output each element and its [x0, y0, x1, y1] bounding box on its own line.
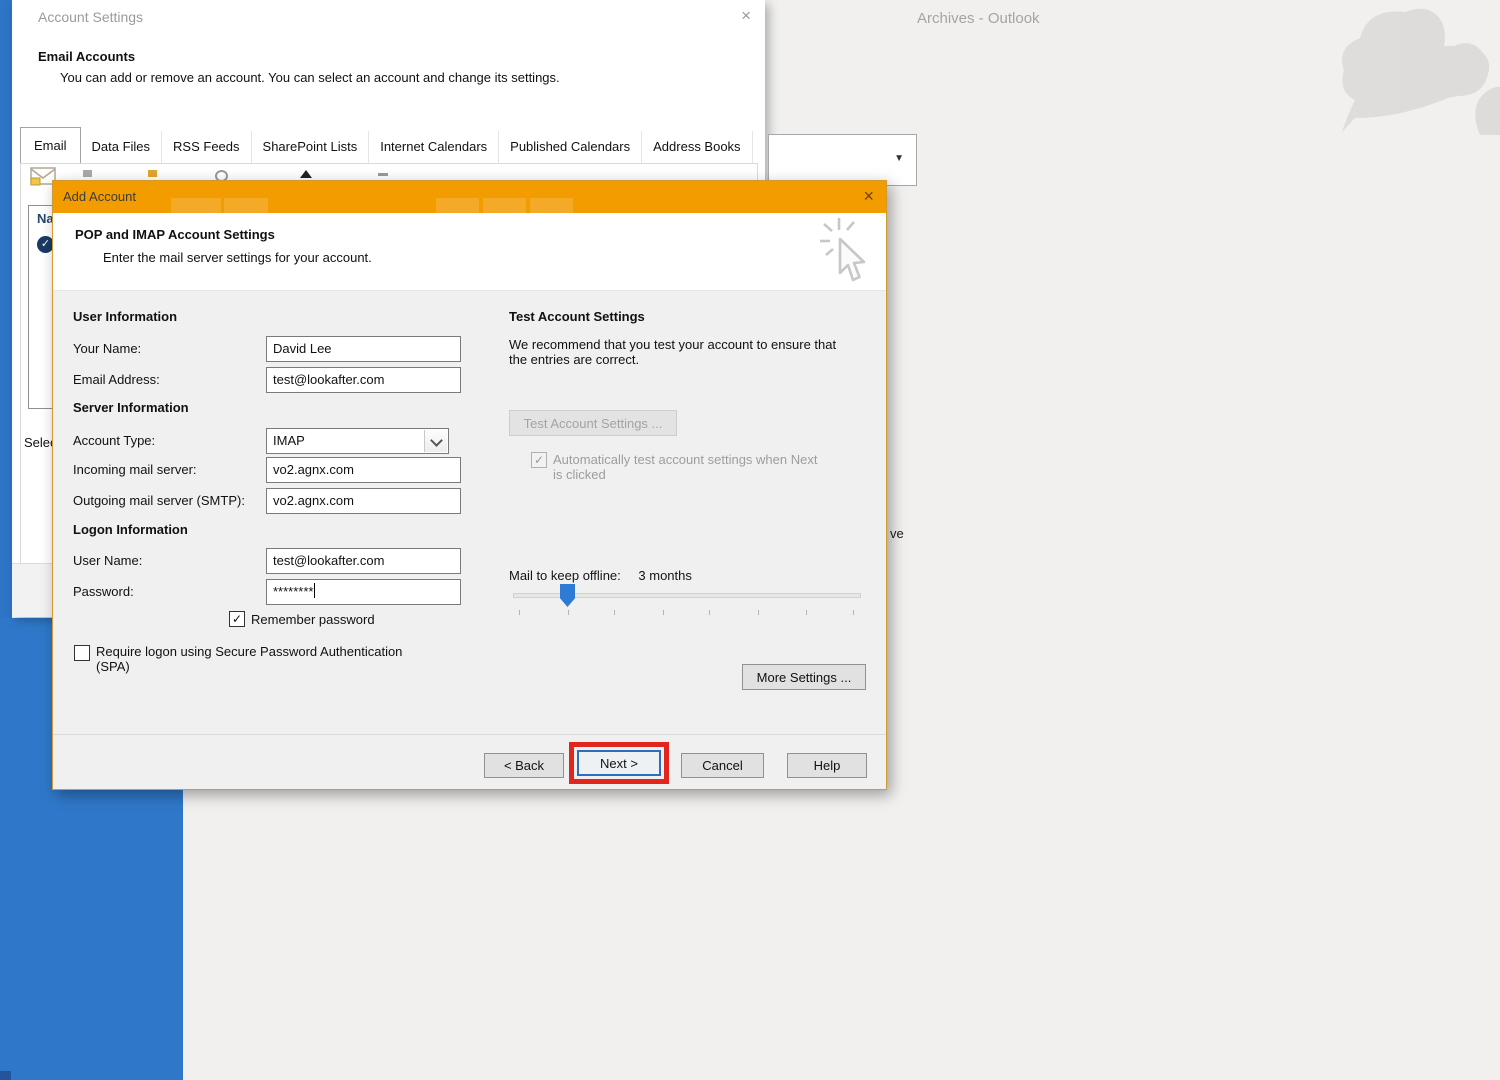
footer-separator [53, 734, 886, 735]
email-address-input[interactable]: test@lookafter.com [266, 367, 461, 393]
click-cursor-icon [818, 215, 872, 287]
account-type-select[interactable]: IMAP [266, 428, 449, 454]
repair-icon[interactable] [83, 170, 92, 177]
more-settings-button[interactable]: More Settings ... [742, 664, 866, 690]
tab-data-files[interactable]: Data Files [81, 131, 163, 163]
your-name-label: Your Name: [73, 341, 141, 356]
titlebar-sheen [483, 198, 526, 213]
outgoing-server-label: Outgoing mail server (SMTP): [73, 493, 245, 508]
spa-label: Require logon using Secure Password Auth… [96, 644, 466, 674]
account-type-label: Account Type: [73, 433, 155, 448]
move-icon[interactable] [378, 173, 388, 176]
change-icon[interactable] [148, 170, 157, 177]
cancel-button[interactable]: Cancel [681, 753, 764, 778]
auto-test-label: Automatically test account settings when… [553, 452, 863, 482]
slider-tick [758, 610, 759, 615]
test-account-description: We recommend that you test your account … [509, 337, 889, 367]
help-button[interactable]: Help [787, 753, 867, 778]
spa-checkbox[interactable] [74, 645, 90, 661]
combo-dropdown-button[interactable] [424, 430, 447, 452]
slider-tick [709, 610, 710, 615]
outlook-left-edge [0, 0, 12, 618]
email-address-label: Email Address: [73, 372, 160, 387]
logon-information-heading: Logon Information [73, 522, 188, 537]
titlebar-sheen [530, 198, 573, 213]
incoming-server-input[interactable]: vo2.agnx.com [266, 457, 461, 483]
titlebar-sheen [171, 198, 221, 213]
close-icon[interactable]: × [741, 7, 751, 24]
add-account-dialog: Add Account × POP and IMAP Account Setti… [52, 180, 887, 790]
your-name-input[interactable]: David Lee [266, 336, 461, 362]
account-type-value: IMAP [273, 429, 305, 453]
text-caret [314, 583, 315, 598]
user-name-label: User Name: [73, 553, 142, 568]
remember-password-checkbox[interactable]: ✓ [229, 611, 245, 627]
offline-mail-value: 3 months [638, 568, 691, 583]
remember-password-label: Remember password [251, 612, 375, 627]
tab-email[interactable]: Email [20, 127, 81, 164]
password-label: Password: [73, 584, 134, 599]
slider-tick [519, 610, 520, 615]
test-account-settings-button: Test Account Settings ... [509, 410, 677, 436]
dropdown-arrow-icon: ▼ [894, 153, 904, 164]
titlebar-sheen [224, 198, 268, 213]
password-input[interactable]: ******** [266, 579, 461, 605]
account-settings-tabstrip: Email Data Files RSS Feeds SharePoint Li… [20, 127, 757, 164]
slider-tick [663, 610, 664, 615]
auto-test-checkbox: ✓ [531, 452, 547, 468]
next-button[interactable]: Next > [577, 750, 661, 776]
remove-icon[interactable] [300, 170, 312, 178]
user-information-heading: User Information [73, 309, 177, 324]
email-accounts-description: You can add or remove an account. You ca… [60, 70, 560, 85]
account-settings-title: Account Settings [38, 9, 143, 25]
tab-internet-calendars[interactable]: Internet Calendars [369, 131, 499, 163]
offline-mail-row: Mail to keep offline: 3 months [509, 568, 692, 583]
outlook-window-title: Archives - Outlook [917, 10, 1040, 27]
offline-mail-slider-thumb[interactable] [560, 584, 575, 607]
incoming-server-label: Incoming mail server: [73, 462, 197, 477]
slider-tick [568, 610, 569, 615]
slider-tick [806, 610, 807, 615]
titlebar-sheen [436, 198, 479, 213]
background-dropdown[interactable]: ▼ [768, 134, 917, 186]
email-accounts-heading: Email Accounts [38, 49, 135, 64]
chevron-down-icon [430, 434, 443, 447]
tab-address-books[interactable]: Address Books [642, 131, 752, 163]
back-button[interactable]: < Back [484, 753, 564, 778]
add-account-titlebar: Add Account × [53, 181, 886, 213]
server-information-heading: Server Information [73, 400, 189, 415]
taskbar-corner [0, 1071, 11, 1080]
user-name-input[interactable]: test@lookafter.com [266, 548, 461, 574]
chat-bubbles-watermark [1330, 0, 1500, 135]
pop-imap-subtitle: Enter the mail server settings for your … [103, 250, 372, 265]
hidden-button-text-fragment: ve [890, 526, 904, 541]
add-account-header: POP and IMAP Account Settings Enter the … [53, 213, 886, 291]
next-button-highlight: Next > [569, 742, 669, 784]
password-masked-value: ******** [273, 584, 313, 599]
pop-imap-heading: POP and IMAP Account Settings [75, 227, 275, 242]
tab-rss-feeds[interactable]: RSS Feeds [162, 131, 251, 163]
slider-tick [853, 610, 854, 615]
add-account-title: Add Account [63, 189, 136, 204]
close-icon[interactable]: × [863, 185, 874, 207]
outgoing-server-input[interactable]: vo2.agnx.com [266, 488, 461, 514]
desktop: Archives - Outlook ve Account Settings ×… [0, 0, 1500, 1080]
tab-sharepoint-lists[interactable]: SharePoint Lists [252, 131, 370, 163]
slider-tick [614, 610, 615, 615]
tab-published-calendars[interactable]: Published Calendars [499, 131, 642, 163]
test-account-settings-heading: Test Account Settings [509, 309, 645, 324]
offline-mail-label: Mail to keep offline: [509, 568, 621, 583]
